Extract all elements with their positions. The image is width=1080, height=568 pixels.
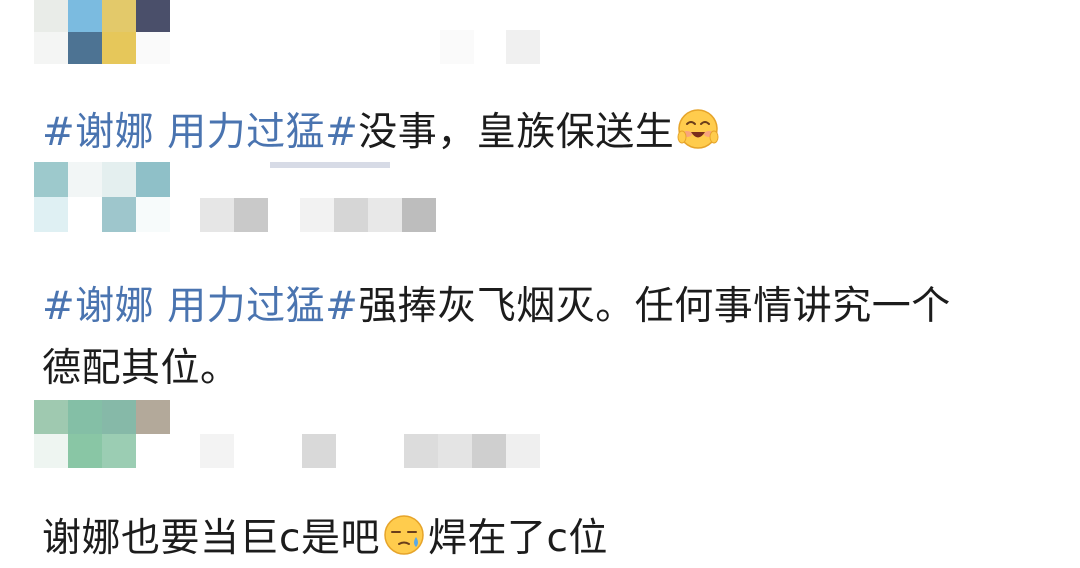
blurred-avatar[interactable]	[34, 0, 170, 64]
blurred-fragment	[270, 162, 390, 168]
blurred-username[interactable]	[200, 198, 440, 232]
hashtag-link[interactable]: #谢娜 用力过猛#	[42, 284, 358, 329]
comment-2-line-2: 德配其位。	[42, 340, 240, 398]
blurred-avatar[interactable]	[34, 162, 170, 232]
comment-text-after: 焊在了c位	[427, 516, 608, 561]
comment-text-line-2: 德配其位。	[42, 346, 240, 391]
comment-2: #谢娜 用力过猛#强捧灰飞烟灭。任何事情讲究一个	[42, 278, 951, 336]
comment-text: 没事，皇族保送生	[358, 110, 675, 155]
sweat-downcast-emoji-icon	[384, 515, 424, 555]
laughing-blush-emoji-icon	[677, 109, 719, 149]
comment-text-before: 谢娜也要当巨c是吧	[42, 516, 380, 561]
comment-3: 谢娜也要当巨c是吧 焊在了c位	[42, 510, 608, 568]
blurred-avatar[interactable]	[34, 400, 170, 468]
hashtag-link[interactable]: #谢娜 用力过猛#	[42, 110, 358, 155]
comment-feed: #谢娜 用力过猛#没事，皇族保送生 #谢娜 用力过猛#强捧灰飞烟灭。任何事情讲究…	[0, 0, 1080, 566]
comment-text-line-1: 强捧灰飞烟灭。任何事情讲究一个	[358, 284, 951, 329]
blurred-username[interactable]	[200, 434, 540, 468]
blurred-username[interactable]	[440, 30, 540, 64]
comment-1: #谢娜 用力过猛#没事，皇族保送生	[42, 104, 722, 162]
